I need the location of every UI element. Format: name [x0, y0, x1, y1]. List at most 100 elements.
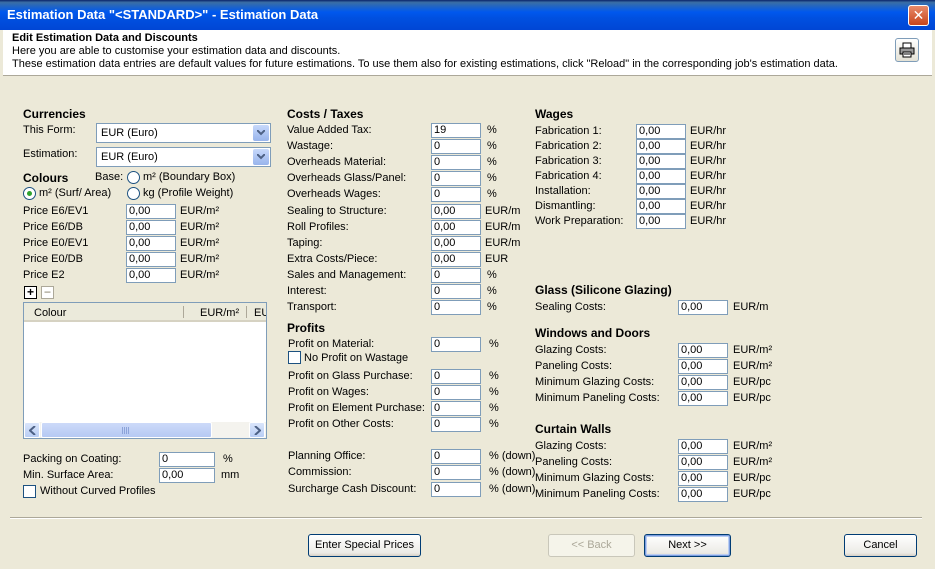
unit-label: mm — [221, 469, 240, 481]
price-e6-db-input[interactable]: 0,00 — [126, 220, 176, 235]
radio-boundary-box-label: m² (Boundary Box) — [143, 171, 236, 183]
column-colour[interactable]: Colour — [34, 307, 66, 319]
enter-special-prices-button[interactable]: Enter Special Prices — [308, 534, 421, 557]
column-eur-m2[interactable]: EUR/m² — [200, 307, 239, 319]
column-separator[interactable] — [246, 306, 247, 318]
price-e2-input[interactable]: 0,00 — [126, 268, 176, 283]
radio-boundary-box[interactable] — [127, 171, 140, 184]
surcharge-cash-discount-input[interactable]: 0 — [431, 482, 481, 497]
print-button[interactable] — [895, 38, 919, 62]
scroll-right-button[interactable] — [249, 422, 265, 438]
cw-glazing-costs-input[interactable]: 0,00 — [678, 439, 728, 454]
unit-label: EUR/hr — [690, 140, 727, 152]
extra-costs-piece-input[interactable]: 0,00 — [431, 252, 481, 267]
price-label: Price E2 — [23, 269, 65, 281]
sales-and-management-input[interactable]: 0 — [431, 268, 481, 283]
unit-label: EUR/m² — [733, 360, 773, 372]
wd-paneling-costs-input[interactable]: 0,00 — [678, 359, 728, 374]
overheads-wages-input[interactable]: 0 — [431, 187, 481, 202]
header-title: Edit Estimation Data and Discounts — [12, 32, 198, 44]
value-added-tax-input[interactable]: 19 — [431, 123, 481, 138]
cancel-button[interactable]: Cancel — [844, 534, 917, 557]
work-preparation-input[interactable]: 0,00 — [636, 214, 686, 229]
planning-office-input[interactable]: 0 — [431, 449, 481, 464]
profits-heading: Profits — [287, 321, 326, 335]
remove-colour-button[interactable]: − — [41, 286, 54, 299]
transport-input[interactable]: 0 — [431, 300, 481, 315]
fabrication-1-input[interactable]: 0,00 — [636, 124, 686, 139]
add-colour-button[interactable]: + — [24, 286, 37, 299]
wages-heading: Wages — [535, 107, 574, 121]
sealing-costs-input[interactable]: 0,00 — [678, 300, 728, 315]
close-button[interactable]: ✕ — [908, 5, 929, 26]
profit-on-wages-input[interactable]: 0 — [431, 385, 481, 400]
wd-min-paneling-costs-input[interactable]: 0,00 — [678, 391, 728, 406]
dropdown-arrow[interactable] — [253, 149, 269, 165]
unit-label: % (down) — [489, 483, 536, 495]
scroll-thumb[interactable] — [41, 422, 212, 438]
cost-label: Minimum Glazing Costs: — [535, 376, 655, 388]
colour-list-header: Colour EUR/m² EU — [24, 303, 266, 322]
estimation-currency-select[interactable]: EUR (Euro) — [96, 147, 271, 167]
profit-on-material-label: Profit on Material: — [288, 338, 375, 350]
packing-on-coating-input[interactable]: 0 — [159, 452, 215, 467]
roll-profiles-input[interactable]: 0,00 — [431, 220, 481, 235]
price-e0-ev1-input[interactable]: 0,00 — [126, 236, 176, 251]
without-curved-profiles-checkbox[interactable] — [23, 485, 36, 498]
colour-list[interactable]: Colour EUR/m² EU — [23, 302, 267, 439]
profit-on-glass-purchase-input[interactable]: 0 — [431, 369, 481, 384]
title-bar: Estimation Data "<STANDARD>" - Estimatio… — [0, 0, 935, 30]
horizontal-scrollbar[interactable] — [24, 422, 266, 438]
radio-surf-area[interactable] — [23, 187, 36, 200]
header-description-1: Here you are able to customise your esti… — [12, 45, 341, 57]
wd-min-glazing-costs-input[interactable]: 0,00 — [678, 375, 728, 390]
next-button[interactable]: Next >> — [644, 534, 731, 557]
unit-label: % — [487, 269, 497, 281]
profit-on-material-input[interactable]: 0 — [431, 337, 481, 352]
min-surface-area-input[interactable]: 0,00 — [159, 468, 215, 483]
sealing-to-structure-input[interactable]: 0,00 — [431, 204, 481, 219]
fabrication-4-input[interactable]: 0,00 — [636, 169, 686, 184]
column-separator[interactable] — [183, 306, 184, 318]
unit-label: EUR/hr — [690, 185, 727, 197]
fabrication-3-input[interactable]: 0,00 — [636, 154, 686, 169]
min-surface-area-label: Min. Surface Area: — [23, 469, 114, 481]
chevron-down-icon — [257, 154, 265, 160]
dismantling-input[interactable]: 0,00 — [636, 199, 686, 214]
taping-input[interactable]: 0,00 — [431, 236, 481, 251]
fabrication-2-input[interactable]: 0,00 — [636, 139, 686, 154]
installation-input[interactable]: 0,00 — [636, 184, 686, 199]
cw-min-paneling-costs-input[interactable]: 0,00 — [678, 487, 728, 502]
wastage-input[interactable]: 0 — [431, 139, 481, 154]
dropdown-arrow[interactable] — [253, 125, 269, 141]
cw-min-glazing-costs-input[interactable]: 0,00 — [678, 471, 728, 486]
cw-paneling-costs-input[interactable]: 0,00 — [678, 455, 728, 470]
unit-label: EUR/m² — [180, 269, 220, 281]
cost-label: Taping: — [287, 237, 323, 249]
no-profit-on-wastage-checkbox[interactable] — [288, 351, 301, 364]
overheads-material-input[interactable]: 0 — [431, 155, 481, 170]
plus-icon: + — [26, 285, 34, 299]
this-form-currency-select[interactable]: EUR (Euro) — [96, 123, 271, 143]
wd-glazing-costs-input[interactable]: 0,00 — [678, 343, 728, 358]
price-label: Price E6/DB — [23, 221, 83, 233]
lower-label: Commission: — [288, 466, 352, 478]
close-icon: ✕ — [912, 7, 925, 23]
profit-on-other-costs-input[interactable]: 0 — [431, 417, 481, 432]
back-button[interactable]: << Back — [548, 534, 635, 557]
column-eu[interactable]: EU — [254, 307, 266, 319]
unit-label: % — [487, 124, 497, 136]
base-label: Base: — [95, 171, 124, 183]
interest-input[interactable]: 0 — [431, 284, 481, 299]
unit-label: EUR/hr — [690, 170, 727, 182]
radio-profile-weight[interactable] — [127, 187, 140, 200]
overheads-glass-panel-input[interactable]: 0 — [431, 171, 481, 186]
unit-label: EUR/hr — [690, 125, 727, 137]
commission-input[interactable]: 0 — [431, 465, 481, 480]
price-e6-ev1-input[interactable]: 0,00 — [126, 204, 176, 219]
profit-on-element-purchase-input[interactable]: 0 — [431, 401, 481, 416]
price-label: Price E6/EV1 — [23, 205, 89, 217]
price-e0-db-input[interactable]: 0,00 — [126, 252, 176, 267]
wage-label: Fabrication 1: — [535, 125, 602, 137]
scroll-left-button[interactable] — [24, 422, 40, 438]
